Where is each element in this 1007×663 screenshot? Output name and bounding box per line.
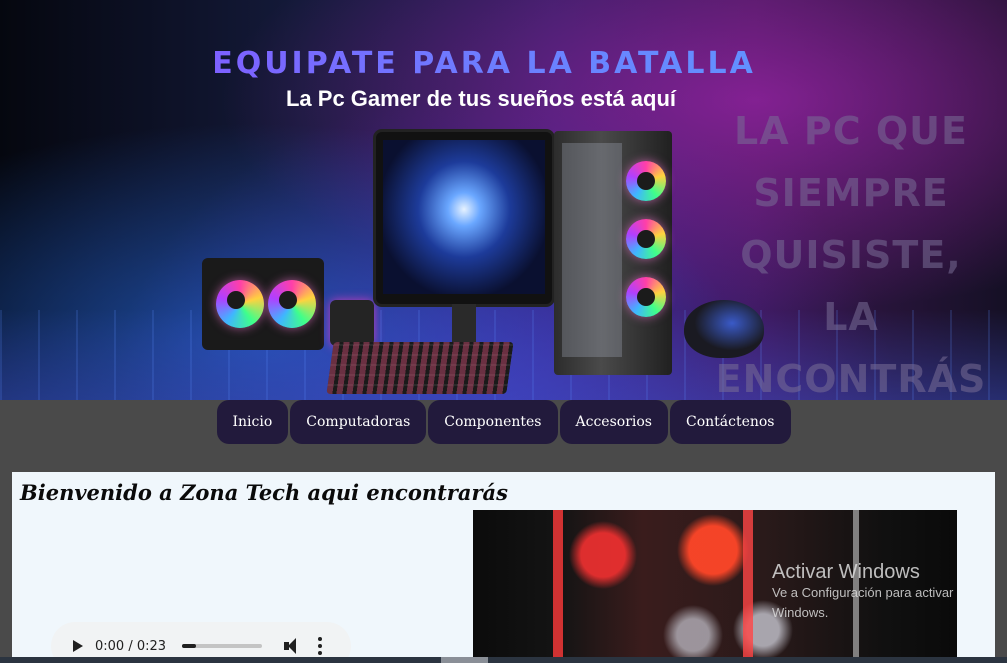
rgb-fan-icon (626, 161, 666, 201)
nav-item-accesorios[interactable]: Accesorios (559, 400, 668, 444)
play-icon[interactable] (73, 640, 83, 652)
rgb-fan-icon (268, 280, 316, 328)
rgb-fan-icon (216, 280, 264, 328)
rgb-fan-icon (626, 277, 666, 317)
scrollbar-thumb[interactable] (441, 657, 488, 663)
hero-ghost-slogan: LA PC QUE SIEMPRE QUISISTE, LA ENCONTRÁS… (706, 100, 996, 400)
windows-activation-watermark: Activar Windows Ve a Configuración para … (772, 561, 984, 623)
monitor-stand (452, 304, 476, 344)
audio-seek-bar[interactable] (182, 644, 263, 648)
hero-subtitle: La Pc Gamer de tus sueños está aquí (285, 86, 677, 111)
audio-seek-progress (182, 644, 197, 648)
gaming-monitor (376, 132, 552, 304)
nav-item-inicio[interactable]: Inicio (216, 400, 289, 444)
main-nav: Inicio Computadoras Componentes Accesori… (0, 400, 1007, 444)
more-options-icon[interactable] (318, 637, 323, 655)
video-frame-detail (553, 510, 563, 663)
gaming-mouse (684, 300, 764, 358)
hero-banner: LA PC QUE SIEMPRE QUISISTE, LA ENCONTRÁS… (0, 0, 1007, 400)
audio-time: 0:00 / 0:23 (95, 638, 167, 654)
cooler-pump (330, 300, 374, 346)
horizontal-scrollbar[interactable] (0, 657, 1007, 663)
hero-ghost-line-2: SIEMPRE QUISISTE, (740, 171, 962, 277)
monitor-screen (383, 140, 545, 294)
pc-tower (554, 131, 672, 375)
watermark-subtitle: Ve a Configuración para activar Windows. (772, 585, 954, 620)
nav-item-computadoras[interactable]: Computadoras (290, 400, 427, 444)
rgb-fan-icon (626, 219, 666, 259)
rgb-keyboard (326, 342, 514, 394)
nav-item-componentes[interactable]: Componentes (428, 400, 558, 444)
watermark-title: Activar Windows (772, 561, 920, 583)
tower-glass-panel (562, 143, 622, 357)
liquid-cooler-radiator (202, 258, 324, 350)
nav-item-contactenos[interactable]: Contáctenos (669, 400, 791, 444)
volume-icon[interactable] (284, 638, 302, 654)
video-frame-detail (743, 510, 753, 663)
welcome-heading: Bienvenido a Zona Tech aqui encontrarás (20, 480, 508, 505)
hero-title: EQUIPATE PARA LA BATALLA (0, 46, 968, 81)
